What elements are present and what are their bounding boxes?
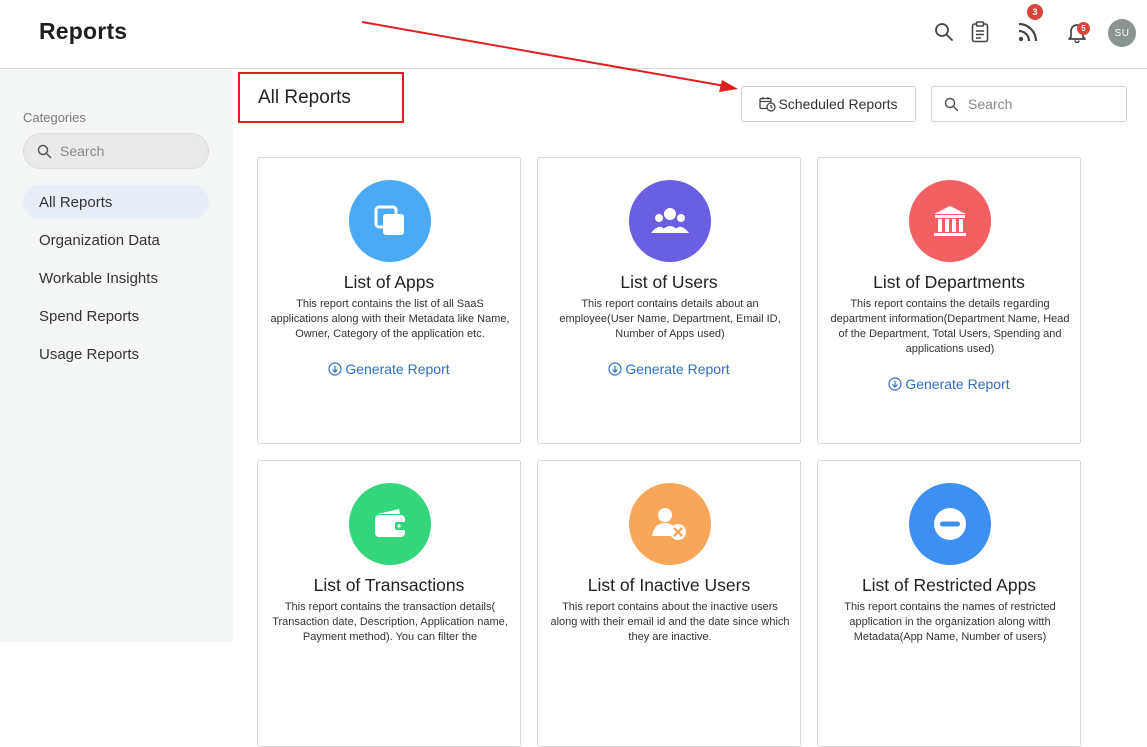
sidebar: Categories All Reports Organization Data… (0, 70, 233, 642)
report-card-transactions[interactable]: List of Transactions This report contain… (257, 460, 521, 747)
user-remove-icon (629, 483, 711, 565)
card-description: This report contains about the inactive … (550, 601, 790, 643)
report-card-departments[interactable]: List of Departments This report contains… (817, 157, 1081, 444)
card-title: List of Departments (873, 272, 1025, 292)
download-icon (608, 362, 622, 376)
users-group-icon (629, 180, 711, 262)
annotation-highlight-box: All Reports (238, 72, 404, 123)
generate-report-link[interactable]: Generate Report (818, 376, 1080, 392)
sidebar-search[interactable] (23, 133, 209, 169)
card-title: List of Apps (343, 272, 435, 292)
download-icon (888, 377, 902, 391)
card-title: List of Inactive Users (587, 575, 751, 595)
report-card-restricted-apps[interactable]: List of Restricted Apps This report cont… (817, 460, 1081, 747)
avatar[interactable]: SU (1108, 19, 1136, 47)
clipboard-icon[interactable] (968, 20, 992, 44)
apps-icon (349, 180, 431, 262)
card-title: List of Users (620, 272, 718, 292)
top-bar: Reports 3 5 SU (0, 0, 1147, 69)
report-card-inactive-users[interactable]: List of Inactive Users This report conta… (537, 460, 801, 747)
search-icon (944, 97, 959, 111)
card-description: This report contains details about an em… (559, 298, 781, 340)
download-icon (328, 362, 342, 376)
page-title: All Reports (258, 87, 351, 108)
building-icon (909, 180, 991, 262)
rss-feed-icon[interactable] (1016, 20, 1040, 44)
restricted-icon (909, 483, 991, 565)
sidebar-item-workable-insights[interactable]: Workable Insights (23, 261, 209, 295)
search-icon[interactable] (932, 20, 956, 44)
card-title: List of Transactions (313, 575, 465, 595)
wallet-icon (349, 483, 431, 565)
generate-report-link[interactable]: Generate Report (538, 361, 800, 377)
generate-report-link[interactable]: Generate Report (258, 361, 520, 377)
scheduled-reports-button[interactable]: Scheduled Reports (741, 86, 916, 122)
card-title: List of Restricted Apps (861, 575, 1037, 595)
bell-badge: 5 (1077, 22, 1090, 35)
report-card-apps[interactable]: List of Apps This report contains the li… (257, 157, 521, 444)
report-card-users[interactable]: List of Users This report contains detai… (537, 157, 801, 444)
main-search[interactable] (931, 86, 1127, 122)
card-description: This report contains the details regardi… (830, 298, 1070, 355)
sidebar-item-spend-reports[interactable]: Spend Reports (23, 299, 209, 333)
sidebar-heading: Categories (23, 110, 86, 125)
sidebar-item-organization-data[interactable]: Organization Data (23, 223, 209, 257)
sidebar-search-input[interactable] (60, 143, 200, 159)
search-icon (37, 144, 52, 158)
calendar-clock-icon (759, 97, 777, 112)
card-description: This report contains the names of restri… (844, 601, 1056, 643)
main-search-input[interactable] (968, 96, 1118, 112)
scheduled-reports-label: Scheduled Reports (778, 96, 898, 112)
sidebar-item-usage-reports[interactable]: Usage Reports (23, 337, 209, 371)
sidebar-item-all-reports[interactable]: All Reports (23, 185, 209, 219)
card-description: This report contains the list of all Saa… (270, 298, 510, 340)
card-description: This report contains the transaction det… (272, 601, 508, 643)
feed-badge: 3 (1027, 4, 1043, 20)
app-title: Reports (39, 18, 128, 44)
